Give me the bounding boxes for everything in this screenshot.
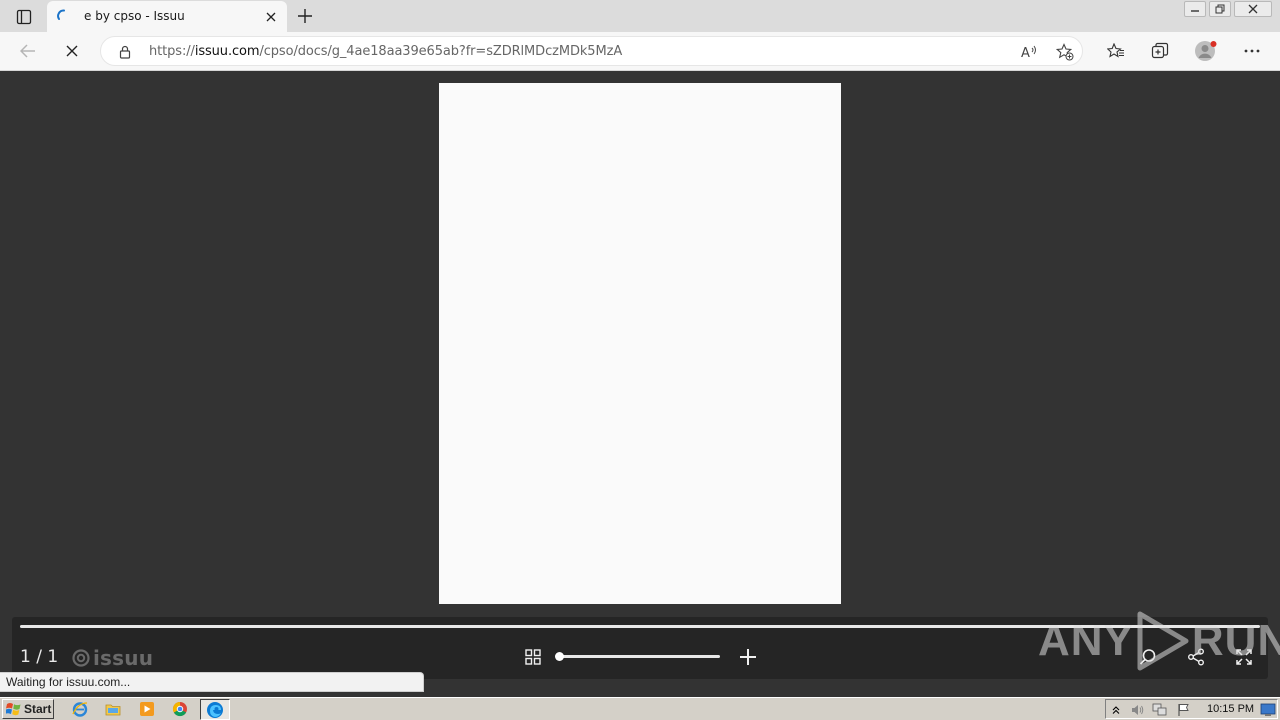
system-tray: 10:15 PM bbox=[1105, 699, 1278, 719]
anyrun-watermark: ANY RUN bbox=[1038, 610, 1280, 672]
taskbar-clock[interactable]: 10:15 PM bbox=[1207, 703, 1254, 715]
watermark-text-left: ANY bbox=[1038, 616, 1134, 665]
issuu-logo-text: issuu bbox=[93, 646, 154, 670]
profile-icon bbox=[1195, 41, 1217, 61]
favorites-icon bbox=[1107, 43, 1124, 58]
back-arrow-icon bbox=[20, 44, 35, 58]
status-bubble: Waiting for issuu.com... bbox=[0, 672, 424, 692]
more-icon bbox=[1244, 49, 1260, 53]
chrome-icon bbox=[172, 701, 187, 717]
url-prefix: https:// bbox=[149, 44, 195, 59]
explorer-quicklaunch[interactable] bbox=[103, 700, 123, 718]
zoom-slider-track[interactable] bbox=[559, 655, 720, 658]
media-player-icon bbox=[140, 702, 154, 716]
lock-icon bbox=[119, 45, 131, 59]
desktop-icon bbox=[1260, 703, 1276, 716]
loading-spinner-icon bbox=[57, 9, 65, 20]
more-button[interactable] bbox=[1238, 38, 1266, 64]
svg-text:A: A bbox=[1021, 46, 1030, 60]
chrome-quicklaunch[interactable] bbox=[170, 700, 190, 718]
taskbar: Start 10:15 PM bbox=[0, 697, 1280, 720]
network-icon bbox=[1152, 703, 1167, 716]
issuu-logo-icon bbox=[72, 649, 90, 667]
windows-logo-icon bbox=[6, 703, 21, 716]
grid-view-button[interactable] bbox=[522, 647, 544, 667]
action-center-tray-button[interactable] bbox=[1176, 702, 1192, 718]
minimize-button[interactable] bbox=[1184, 1, 1206, 17]
profile-button[interactable] bbox=[1192, 38, 1220, 64]
plus-icon bbox=[740, 649, 756, 665]
new-tab-button[interactable] bbox=[293, 4, 317, 28]
ie-icon bbox=[72, 702, 88, 717]
watermark-text-right: RUN bbox=[1191, 616, 1280, 665]
add-favorite-button[interactable] bbox=[1053, 41, 1077, 63]
stop-button[interactable] bbox=[58, 38, 86, 64]
zoom-slider-handle[interactable] bbox=[555, 652, 564, 661]
start-label: Start bbox=[24, 702, 52, 716]
volume-tray-icon-button[interactable] bbox=[1129, 702, 1145, 718]
tab-close-button[interactable] bbox=[261, 7, 281, 27]
tray-expand-button[interactable] bbox=[1108, 702, 1124, 718]
issuu-logo[interactable]: issuu bbox=[72, 646, 153, 670]
tab-strip: e by cpso - Issuu bbox=[0, 0, 1280, 32]
url-path: /cpso/docs/g_4ae18aa39e65ab?fr=sZDRlMDcz… bbox=[259, 44, 623, 59]
start-button[interactable]: Start bbox=[2, 699, 54, 719]
add-favorite-icon bbox=[1056, 43, 1074, 61]
zoom-in-button[interactable] bbox=[737, 646, 759, 668]
read-aloud-icon: A bbox=[1021, 45, 1036, 60]
read-aloud-button[interactable]: A bbox=[1017, 41, 1041, 63]
close-icon bbox=[266, 12, 276, 22]
collections-button[interactable] bbox=[1146, 38, 1174, 64]
stop-icon bbox=[66, 45, 78, 57]
collections-icon bbox=[1151, 42, 1169, 59]
flag-icon bbox=[1178, 704, 1189, 716]
grid-icon bbox=[525, 649, 541, 665]
url-text[interactable]: https://issuu.com/cpso/docs/g_4ae18aa39e… bbox=[149, 44, 622, 59]
back-button[interactable] bbox=[14, 38, 42, 64]
window-close-button[interactable] bbox=[1234, 1, 1272, 17]
show-desktop-button[interactable] bbox=[1260, 702, 1276, 718]
document-page[interactable] bbox=[439, 83, 841, 604]
url-host: issuu.com bbox=[194, 44, 260, 59]
edge-taskbar-button[interactable] bbox=[200, 699, 230, 720]
plus-icon bbox=[298, 9, 312, 23]
play-triangle-icon bbox=[1137, 611, 1189, 671]
minimize-icon bbox=[1191, 10, 1199, 12]
folder-icon bbox=[105, 704, 121, 716]
browser-toolbar: https://issuu.com/cpso/docs/g_4ae18aa39e… bbox=[0, 32, 1280, 71]
restore-button[interactable] bbox=[1209, 1, 1231, 17]
address-bar[interactable]: https://issuu.com/cpso/docs/g_4ae18aa39e… bbox=[100, 36, 1083, 66]
tab-actions-icon bbox=[16, 9, 32, 25]
edge-icon bbox=[207, 701, 223, 718]
media-player-quicklaunch[interactable] bbox=[137, 700, 157, 718]
ie-quicklaunch[interactable] bbox=[70, 700, 90, 718]
tab-title: e by cpso - Issuu bbox=[84, 9, 185, 23]
restore-icon bbox=[1215, 4, 1225, 14]
volume-icon bbox=[1132, 705, 1144, 715]
tab-actions-button[interactable] bbox=[12, 6, 36, 28]
chevron-up-icon bbox=[1112, 706, 1120, 714]
favorites-button[interactable] bbox=[1102, 38, 1130, 64]
close-icon bbox=[1248, 4, 1258, 14]
page-counter: 1 / 1 bbox=[20, 647, 59, 667]
document-viewer: 1 / 1 issuu ANY RUN bbox=[0, 71, 1280, 697]
network-tray-icon-button[interactable] bbox=[1152, 702, 1168, 718]
active-tab[interactable]: e by cpso - Issuu bbox=[47, 1, 287, 32]
